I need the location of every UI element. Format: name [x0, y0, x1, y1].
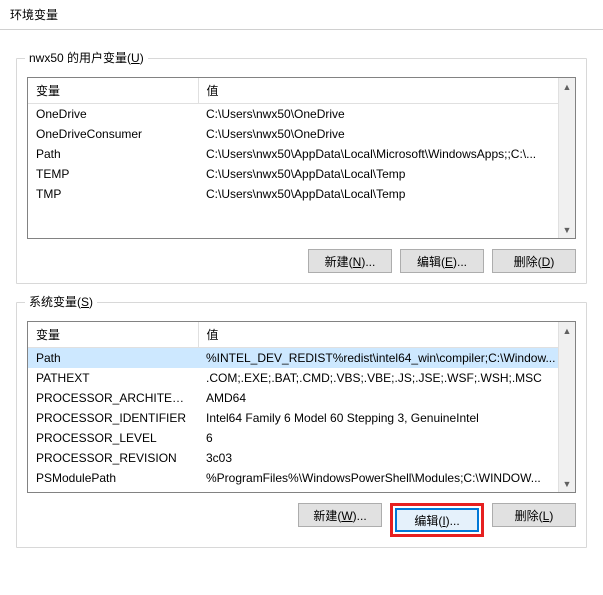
cell-value: C:\Users\nwx50\OneDrive [198, 104, 575, 125]
cell-variable: PROCESSOR_LEVEL [28, 428, 198, 448]
cell-variable: OneDrive [28, 104, 198, 125]
user-vars-table[interactable]: 变量 值 OneDriveC:\Users\nwx50\OneDriveOneD… [28, 78, 575, 204]
cell-value: .COM;.EXE;.BAT;.CMD;.VBS;.VBE;.JS;.JSE;.… [198, 368, 575, 388]
system-buttons-row: 新建(W)... 编辑(I)... 删除(L) [27, 503, 576, 537]
cell-value: AMD64 [198, 388, 575, 408]
table-row[interactable]: PATHEXT.COM;.EXE;.BAT;.CMD;.VBS;.VBE;.JS… [28, 368, 575, 388]
cell-value: %INTEL_DEV_REDIST%redist\intel64_win\com… [198, 348, 575, 369]
cell-variable: Path [28, 144, 198, 164]
system-delete-button[interactable]: 删除(L) [492, 503, 576, 527]
scroll-up-icon[interactable]: ▲ [559, 322, 575, 339]
dialog-title: 环境变量 [0, 0, 603, 30]
scroll-down-icon[interactable]: ▼ [559, 221, 575, 238]
system-vars-table[interactable]: 变量 值 Path%INTEL_DEV_REDIST%redist\intel6… [28, 322, 575, 488]
sys-col-variable[interactable]: 变量 [28, 322, 198, 348]
user-col-value[interactable]: 值 [198, 78, 575, 104]
table-row[interactable]: TEMPC:\Users\nwx50\AppData\Local\Temp [28, 164, 575, 184]
cell-value: 3c03 [198, 448, 575, 468]
system-new-button[interactable]: 新建(W)... [298, 503, 382, 527]
cell-variable: PSModulePath [28, 468, 198, 488]
scroll-up-icon[interactable]: ▲ [559, 78, 575, 95]
cell-variable: PROCESSOR_IDENTIFIER [28, 408, 198, 428]
cell-value: C:\Users\nwx50\OneDrive [198, 124, 575, 144]
table-row[interactable]: TMPC:\Users\nwx50\AppData\Local\Temp [28, 184, 575, 204]
table-row[interactable]: PSModulePath%ProgramFiles%\WindowsPowerS… [28, 468, 575, 488]
sys-col-value[interactable]: 值 [198, 322, 575, 348]
cell-value: %ProgramFiles%\WindowsPowerShell\Modules… [198, 468, 575, 488]
cell-variable: PATHEXT [28, 368, 198, 388]
cell-value: C:\Users\nwx50\AppData\Local\Temp [198, 184, 575, 204]
user-new-button[interactable]: 新建(N)... [308, 249, 392, 273]
table-row[interactable]: Path%INTEL_DEV_REDIST%redist\intel64_win… [28, 348, 575, 369]
user-edit-button[interactable]: 编辑(E)... [400, 249, 484, 273]
cell-variable: Path [28, 348, 198, 369]
cell-variable: TMP [28, 184, 198, 204]
cell-value: 6 [198, 428, 575, 448]
user-vars-table-container: 变量 值 OneDriveC:\Users\nwx50\OneDriveOneD… [27, 77, 576, 239]
cell-value: C:\Users\nwx50\AppData\Local\Temp [198, 164, 575, 184]
edit-button-highlight: 编辑(I)... [390, 503, 484, 537]
table-row[interactable]: OneDriveConsumerC:\Users\nwx50\OneDrive [28, 124, 575, 144]
system-table-scrollbar[interactable]: ▲ ▼ [558, 322, 575, 492]
user-variables-group: nwx50 的用户变量(U) 变量 值 OneDriveC:\Users\nwx… [16, 58, 587, 284]
table-row[interactable]: PathC:\Users\nwx50\AppData\Local\Microso… [28, 144, 575, 164]
system-vars-table-container: 变量 值 Path%INTEL_DEV_REDIST%redist\intel6… [27, 321, 576, 493]
system-variables-group: 系统变量(S) 变量 值 Path%INTEL_DEV_REDIST%redis… [16, 302, 587, 548]
cell-variable: OneDriveConsumer [28, 124, 198, 144]
cell-variable: PROCESSOR_REVISION [28, 448, 198, 468]
user-group-label: nwx50 的用户变量(U) [25, 49, 148, 66]
cell-variable: TEMP [28, 164, 198, 184]
dialog-content: nwx50 的用户变量(U) 变量 值 OneDriveC:\Users\nwx… [0, 30, 603, 558]
table-row[interactable]: PROCESSOR_IDENTIFIERIntel64 Family 6 Mod… [28, 408, 575, 428]
user-col-variable[interactable]: 变量 [28, 78, 198, 104]
user-table-scrollbar[interactable]: ▲ ▼ [558, 78, 575, 238]
cell-variable: PROCESSOR_ARCHITECT... [28, 388, 198, 408]
table-row[interactable]: PROCESSOR_REVISION3c03 [28, 448, 575, 468]
cell-value: C:\Users\nwx50\AppData\Local\Microsoft\W… [198, 144, 575, 164]
user-delete-button[interactable]: 删除(D) [492, 249, 576, 273]
system-group-label: 系统变量(S) [25, 293, 97, 310]
cell-value: Intel64 Family 6 Model 60 Stepping 3, Ge… [198, 408, 575, 428]
user-buttons-row: 新建(N)... 编辑(E)... 删除(D) [27, 249, 576, 273]
table-row[interactable]: PROCESSOR_LEVEL6 [28, 428, 575, 448]
scroll-down-icon[interactable]: ▼ [559, 475, 575, 492]
system-edit-button[interactable]: 编辑(I)... [395, 508, 479, 532]
table-row[interactable]: OneDriveC:\Users\nwx50\OneDrive [28, 104, 575, 125]
table-row[interactable]: PROCESSOR_ARCHITECT...AMD64 [28, 388, 575, 408]
